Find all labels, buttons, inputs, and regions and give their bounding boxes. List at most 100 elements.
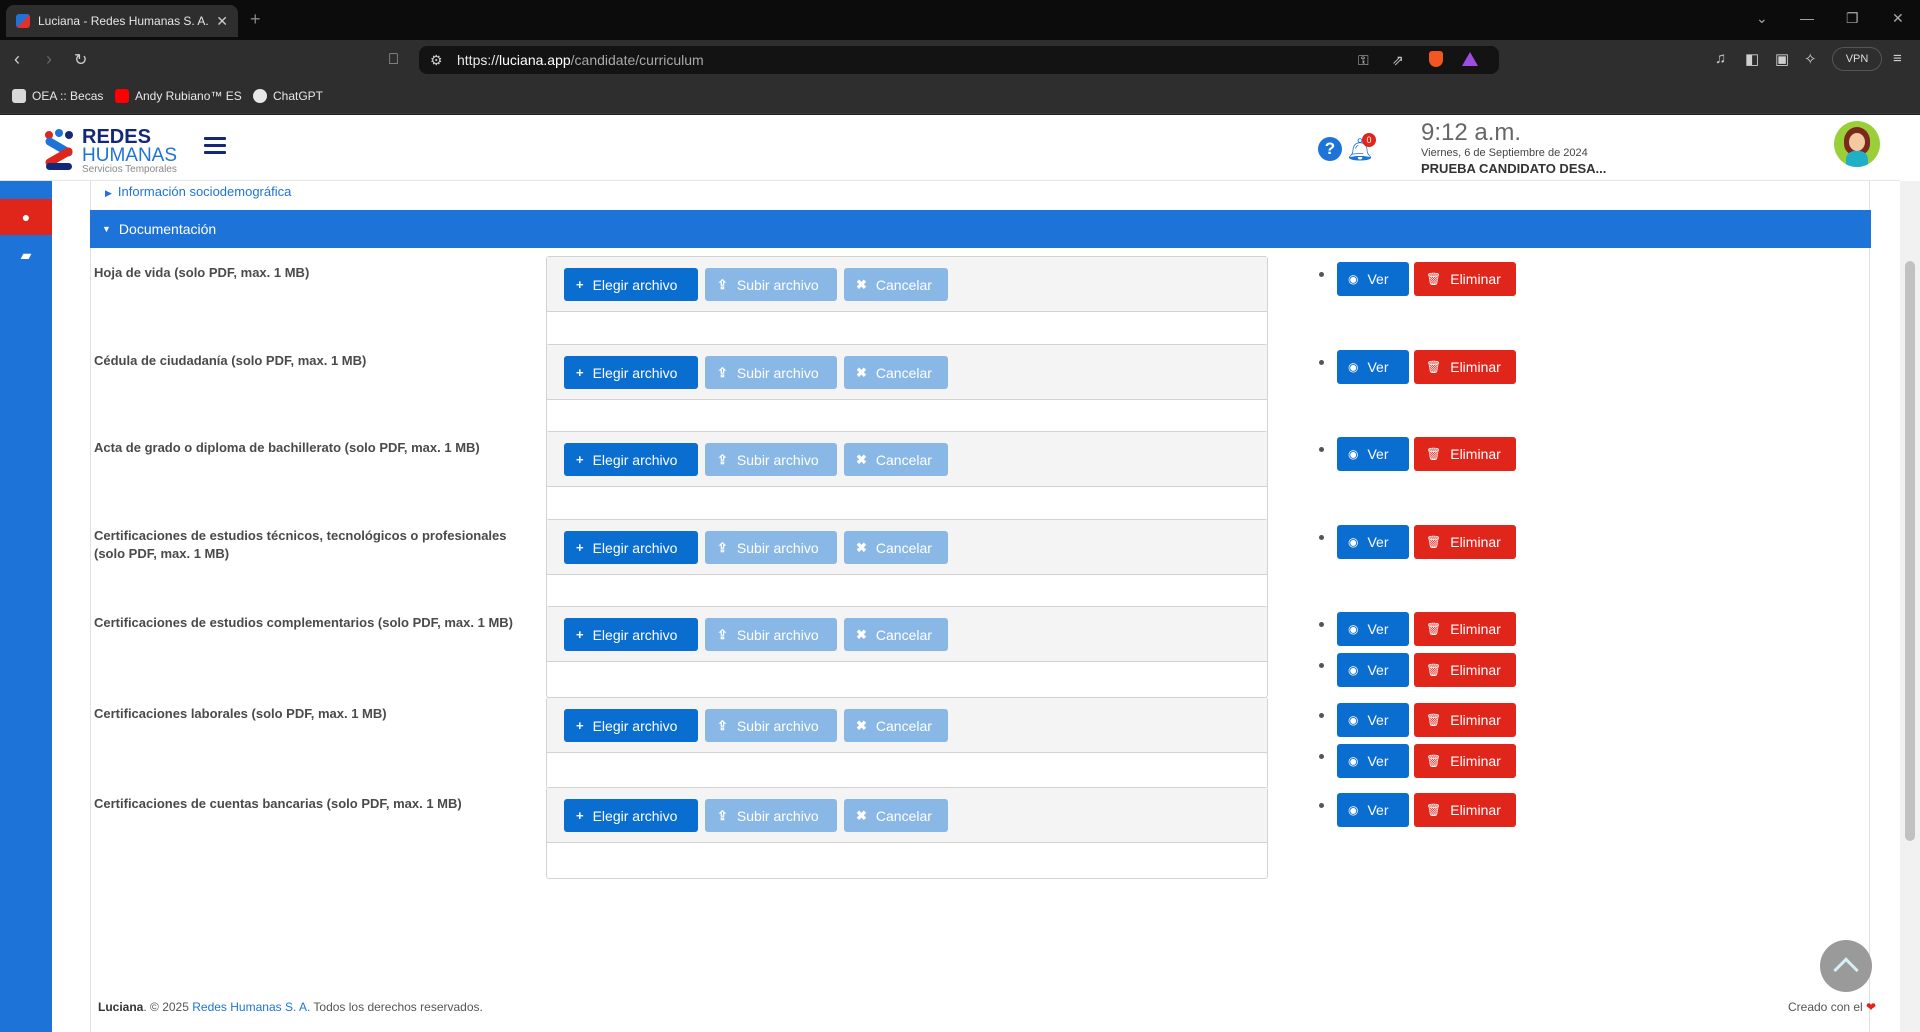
upload-file-button[interactable]: ⇪ Subir archivo bbox=[705, 268, 837, 301]
address-bar[interactable]: https://luciana.app/candidate/curriculum bbox=[419, 46, 1499, 74]
upload-file-button[interactable]: ⇪ Subir archivo bbox=[705, 799, 837, 832]
choose-file-label: Elegir archivo bbox=[592, 626, 678, 643]
upload-file-label: Subir archivo bbox=[736, 451, 819, 468]
view-file-button[interactable]: ◉ Ver bbox=[1337, 703, 1409, 737]
scroll-to-top-button[interactable] bbox=[1820, 940, 1872, 992]
view-file-button[interactable]: ◉ Ver bbox=[1337, 437, 1409, 471]
cancel-upload-button[interactable]: ✖ Cancelar bbox=[844, 356, 948, 389]
file-uploader: + Elegir archivo ⇪ Subir archivo ✖ Cancelar bbox=[546, 344, 1268, 436]
delete-file-button[interactable]: 🗑︎ Eliminar bbox=[1414, 653, 1516, 687]
forward-icon[interactable]: › bbox=[46, 49, 52, 70]
share-icon[interactable]: ⇗ bbox=[1392, 52, 1404, 69]
scrollbar-thumb[interactable] bbox=[1905, 261, 1915, 841]
choose-file-label: Elegir archivo bbox=[592, 717, 678, 734]
notification-badge: 0 bbox=[1362, 133, 1376, 147]
browser-tab[interactable]: Luciana - Redes Humanas S. A. ✕ bbox=[6, 5, 238, 37]
cancel-upload-button[interactable]: ✖ Cancelar bbox=[844, 709, 948, 742]
cancel-upload-label: Cancelar bbox=[875, 539, 932, 556]
document-label: Cédula de ciudadanía (solo PDF, max. 1 M… bbox=[94, 353, 367, 368]
key-icon[interactable]: ⚿ bbox=[1358, 52, 1369, 69]
minimize-icon[interactable]: — bbox=[1800, 10, 1814, 26]
new-tab-button[interactable]: + bbox=[250, 9, 261, 30]
trash-icon: 🗑︎ bbox=[1426, 272, 1442, 286]
delete-file-button[interactable]: 🗑︎ Eliminar bbox=[1414, 793, 1516, 827]
view-file-button[interactable]: ◉ Ver bbox=[1337, 744, 1409, 778]
media-icon[interactable]: ♫ bbox=[1715, 50, 1726, 67]
delete-file-button[interactable]: 🗑︎ Eliminar bbox=[1414, 744, 1516, 778]
url-scheme: https:// bbox=[457, 52, 500, 68]
choose-file-button[interactable]: + Elegir archivo bbox=[564, 799, 698, 832]
upload-file-button[interactable]: ⇪ Subir archivo bbox=[705, 356, 837, 389]
bookmark-label: OEA :: Becas bbox=[32, 89, 104, 103]
cancel-upload-button[interactable]: ✖ Cancelar bbox=[844, 799, 948, 832]
delete-file-button[interactable]: 🗑︎ Eliminar bbox=[1414, 262, 1516, 296]
choose-file-button[interactable]: + Elegir archivo bbox=[564, 531, 698, 564]
cancel-upload-button[interactable]: ✖ Cancelar bbox=[844, 531, 948, 564]
choose-file-button[interactable]: + Elegir archivo bbox=[564, 268, 698, 301]
accordion-documentation[interactable]: ▼ Documentación bbox=[90, 210, 1871, 248]
footer-company-link[interactable]: Redes Humanas S. A. bbox=[192, 1000, 310, 1014]
eye-icon: ◉ bbox=[1348, 663, 1359, 677]
view-file-button[interactable]: ◉ Ver bbox=[1337, 793, 1409, 827]
choose-file-button[interactable]: + Elegir archivo bbox=[564, 618, 698, 651]
delete-file-button[interactable]: 🗑︎ Eliminar bbox=[1414, 350, 1516, 384]
file-uploader: + Elegir archivo ⇪ Subir archivo ✖ Cancelar bbox=[546, 606, 1268, 698]
view-file-button[interactable]: ◉ Ver bbox=[1337, 612, 1409, 646]
chatgpt-icon bbox=[253, 89, 267, 103]
upload-file-button[interactable]: ⇪ Subir archivo bbox=[705, 531, 837, 564]
caret-right-icon: ▶ bbox=[105, 188, 112, 198]
cancel-upload-button[interactable]: ✖ Cancelar bbox=[844, 268, 948, 301]
tab-close-icon[interactable]: ✕ bbox=[216, 13, 228, 30]
delete-file-button[interactable]: 🗑︎ Eliminar bbox=[1414, 525, 1516, 559]
close-icon: ✖ bbox=[856, 539, 867, 555]
cancel-upload-label: Cancelar bbox=[875, 276, 932, 293]
plus-icon: + bbox=[576, 365, 584, 380]
delete-file-button[interactable]: 🗑︎ Eliminar bbox=[1414, 612, 1516, 646]
reload-icon[interactable]: ↻ bbox=[74, 50, 87, 70]
upload-file-button[interactable]: ⇪ Subir archivo bbox=[705, 443, 837, 476]
vpn-button[interactable]: VPN bbox=[1832, 47, 1882, 71]
tab-search-icon[interactable]: ⌄ bbox=[1756, 10, 1768, 27]
user-name: PRUEBA CANDIDATO DESA... bbox=[1421, 161, 1607, 176]
accordion-socio[interactable]: ▶ Información sociodemográfica bbox=[105, 184, 291, 199]
sidebar-item-documents[interactable]: ▰ bbox=[0, 237, 52, 273]
view-file-button[interactable]: ◉ Ver bbox=[1337, 653, 1409, 687]
avatar[interactable] bbox=[1834, 121, 1880, 167]
delete-file-label: Eliminar bbox=[1450, 802, 1501, 818]
delete-file-button[interactable]: 🗑︎ Eliminar bbox=[1414, 703, 1516, 737]
bookmark-icon[interactable]: ⎕ bbox=[389, 51, 398, 68]
delete-file-button[interactable]: 🗑︎ Eliminar bbox=[1414, 437, 1516, 471]
help-icon[interactable]: ? bbox=[1318, 137, 1342, 161]
choose-file-button[interactable]: + Elegir archivo bbox=[564, 709, 698, 742]
scrollbar[interactable] bbox=[1900, 181, 1920, 1032]
bookmark-oea[interactable]: OEA :: Becas bbox=[12, 89, 103, 103]
cancel-upload-button[interactable]: ✖ Cancelar bbox=[844, 443, 948, 476]
plus-icon: + bbox=[576, 718, 584, 733]
upload-file-label: Subir archivo bbox=[736, 276, 819, 293]
hamburger-menu-icon[interactable] bbox=[204, 137, 226, 158]
menu-icon[interactable]: ≡ bbox=[1893, 50, 1902, 67]
view-file-button[interactable]: ◉ Ver bbox=[1337, 350, 1409, 384]
wallet-icon[interactable]: ▣ bbox=[1775, 50, 1789, 68]
restore-icon[interactable]: ❐ bbox=[1846, 10, 1859, 27]
logo[interactable]: REDES HUMANAS Servicios Temporales bbox=[42, 127, 177, 175]
brave-shields-icon[interactable] bbox=[1429, 51, 1443, 67]
window-close-icon[interactable]: ✕ bbox=[1892, 10, 1904, 27]
sidebar-item-profile[interactable]: ● bbox=[0, 199, 52, 235]
upload-file-button[interactable]: ⇪ Subir archivo bbox=[705, 618, 837, 651]
document-label: Hoja de vida (solo PDF, max. 1 MB) bbox=[94, 265, 310, 280]
view-file-button[interactable]: ◉ Ver bbox=[1337, 525, 1409, 559]
choose-file-button[interactable]: + Elegir archivo bbox=[564, 443, 698, 476]
view-file-button[interactable]: ◉ Ver bbox=[1337, 262, 1409, 296]
bookmark-chatgpt[interactable]: ChatGPT bbox=[253, 89, 323, 103]
brave-rewards-icon[interactable] bbox=[1462, 52, 1478, 66]
choose-file-button[interactable]: + Elegir archivo bbox=[564, 356, 698, 389]
back-icon[interactable]: ‹ bbox=[14, 49, 20, 70]
cancel-upload-button[interactable]: ✖ Cancelar bbox=[844, 618, 948, 651]
sidebar-toggle-icon[interactable]: ◧ bbox=[1745, 50, 1759, 68]
cancel-upload-label: Cancelar bbox=[875, 364, 932, 381]
leo-ai-icon[interactable]: ✧ bbox=[1804, 50, 1817, 68]
site-info-icon[interactable]: ⚙ bbox=[430, 52, 443, 69]
upload-file-button[interactable]: ⇪ Subir archivo bbox=[705, 709, 837, 742]
bookmark-andy[interactable]: Andy Rubiano™ ES bbox=[115, 89, 242, 103]
